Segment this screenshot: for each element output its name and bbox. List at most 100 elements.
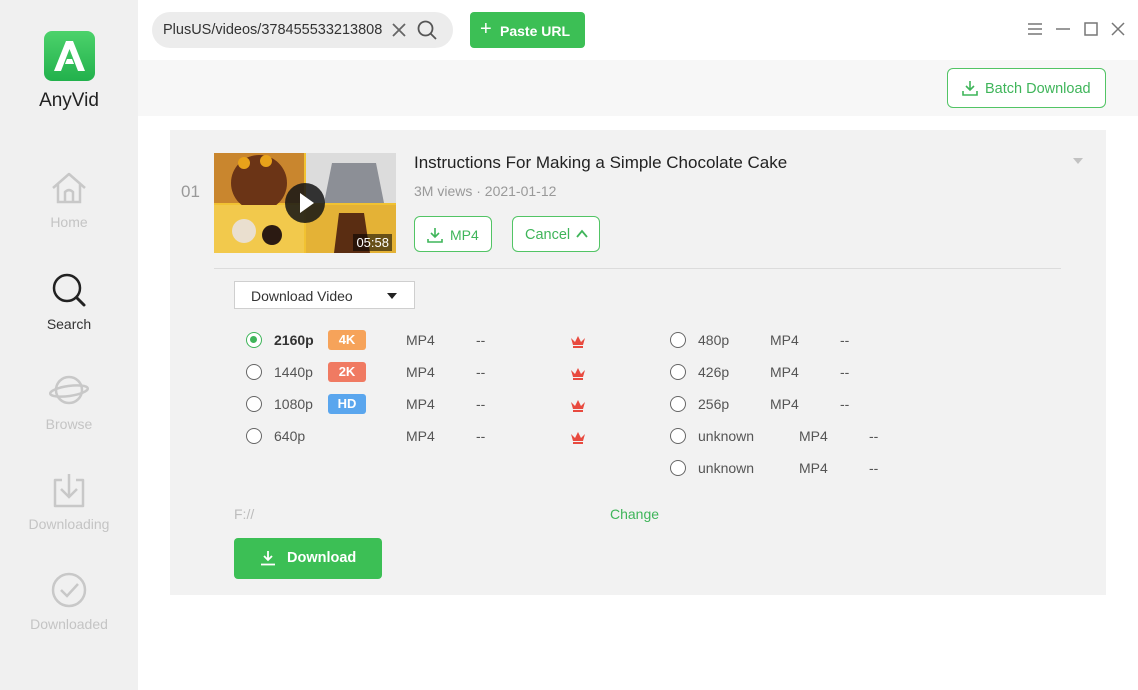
video-duration: 05:58 (353, 234, 392, 251)
size-label: -- (840, 364, 850, 380)
quality-option-2160p[interactable]: 2160p 4K MP4 -- (246, 330, 606, 351)
resolution-label: 426p (698, 364, 730, 380)
video-index: 01 (181, 182, 200, 201)
paste-url-button[interactable]: + Paste URL (470, 12, 585, 48)
size-label: -- (869, 460, 879, 476)
format-label: MP4 (406, 364, 435, 380)
download-icon (261, 551, 275, 566)
quality-option-1080p[interactable]: 1080p HD MP4 -- (246, 394, 606, 415)
sidebar-item-label: Search (46, 316, 92, 332)
download-button[interactable]: Download (234, 538, 382, 579)
sidebar: AnyVid Home Search Browse Downloading Do… (0, 0, 138, 690)
format-label: MP4 (406, 428, 435, 444)
sidebar-item-label: Downloaded (30, 616, 108, 632)
download-mode-select[interactable]: Download Video (234, 281, 415, 309)
size-label: -- (840, 332, 850, 348)
sidebar-item-label: Downloading (28, 516, 110, 532)
crown-icon (571, 432, 585, 444)
radio-button[interactable] (670, 364, 686, 380)
size-label: -- (840, 396, 850, 412)
quality-option-480p[interactable]: 480p MP4 -- (670, 331, 890, 351)
radio-button[interactable] (670, 332, 686, 348)
resolution-label: unknown (698, 428, 755, 444)
crown-icon (571, 336, 585, 348)
radio-button[interactable] (246, 428, 262, 444)
video-thumbnail[interactable]: 05:58 (214, 153, 396, 253)
check-circle-icon (51, 572, 87, 608)
url-input[interactable]: PlusUS/videos/378455533213808 (163, 22, 385, 38)
video-title: Instructions For Making a Simple Chocola… (414, 153, 788, 172)
quality-badge: 2K (328, 362, 366, 382)
quality-option-unknown[interactable]: unknown MP4 -- (670, 459, 890, 479)
size-label: -- (476, 428, 486, 444)
app-name: AnyVid (39, 90, 99, 111)
chevron-up-icon (576, 229, 588, 238)
size-label: -- (476, 332, 486, 348)
radio-button[interactable] (246, 332, 262, 348)
radio-button[interactable] (246, 364, 262, 380)
quality-option-640p[interactable]: 640p MP4 -- (246, 427, 606, 447)
size-label: -- (476, 364, 486, 380)
mp4-download-button[interactable]: MP4 (414, 216, 492, 252)
sidebar-item-downloaded[interactable]: Downloaded (0, 570, 138, 632)
radio-button[interactable] (670, 396, 686, 412)
sidebar-item-downloading[interactable]: Downloading (0, 470, 138, 532)
resolution-label: 256p (698, 396, 730, 412)
video-meta: 3M views · 2021-01-12 (414, 183, 557, 199)
quality-option-1440p[interactable]: 1440p 2K MP4 -- (246, 362, 606, 383)
quality-option-426p[interactable]: 426p MP4 -- (670, 363, 890, 383)
caret-down-icon[interactable] (1072, 157, 1084, 165)
download-label: Download (287, 550, 357, 566)
batch-download-label: Batch Download (985, 81, 1091, 97)
resolution-label: 480p (698, 332, 730, 348)
close-icon[interactable] (1109, 20, 1127, 38)
quality-option-unknown[interactable]: unknown MP4 -- (670, 427, 890, 447)
format-label: MP4 (770, 396, 799, 412)
quality-option-256p[interactable]: 256p MP4 -- (670, 395, 890, 415)
cancel-label: Cancel (525, 227, 571, 243)
quality-badge: 4K (328, 330, 366, 350)
mp4-label: MP4 (450, 227, 479, 243)
batch-download-button[interactable]: Batch Download (947, 68, 1106, 108)
resolution-label: 2160p (274, 332, 314, 348)
planet-icon (49, 375, 89, 405)
sidebar-item-label: Home (50, 214, 88, 230)
search-icon[interactable] (416, 19, 438, 41)
radio-button[interactable] (246, 396, 262, 412)
url-bar[interactable]: PlusUS/videos/378455533213808 (152, 12, 453, 48)
home-icon (52, 172, 86, 204)
sidebar-item-home[interactable]: Home (0, 168, 138, 230)
minimize-icon[interactable] (1054, 20, 1072, 38)
download-mode-value: Download Video (251, 288, 353, 304)
maximize-icon[interactable] (1082, 20, 1100, 38)
format-label: MP4 (799, 460, 828, 476)
clear-icon[interactable] (390, 21, 408, 39)
sidebar-item-browse[interactable]: Browse (0, 370, 138, 432)
save-path: F:// (234, 506, 255, 522)
crown-icon (571, 368, 585, 380)
format-label: MP4 (406, 332, 435, 348)
caret-down-icon (387, 293, 397, 299)
quality-badge: HD (328, 394, 366, 414)
radio-button[interactable] (670, 428, 686, 444)
crown-icon (571, 400, 585, 412)
cancel-button[interactable]: Cancel (512, 216, 600, 252)
sidebar-item-label: Browse (45, 416, 93, 432)
paste-url-label: Paste URL (500, 23, 571, 39)
download-icon (53, 474, 85, 508)
menu-icon[interactable] (1026, 20, 1044, 38)
format-label: MP4 (770, 364, 799, 380)
format-label: MP4 (406, 396, 435, 412)
download-icon (962, 81, 978, 96)
radio-button[interactable] (670, 460, 686, 476)
size-label: -- (869, 428, 879, 444)
sidebar-item-search[interactable]: Search (0, 270, 138, 332)
size-label: -- (476, 396, 486, 412)
download-icon (427, 228, 443, 243)
change-path-link[interactable]: Change (610, 506, 659, 522)
search-icon (52, 273, 86, 307)
divider (214, 268, 1061, 269)
app-logo (44, 31, 95, 81)
resolution-label: 1080p (274, 396, 313, 412)
resolution-label: 1440p (274, 364, 313, 380)
